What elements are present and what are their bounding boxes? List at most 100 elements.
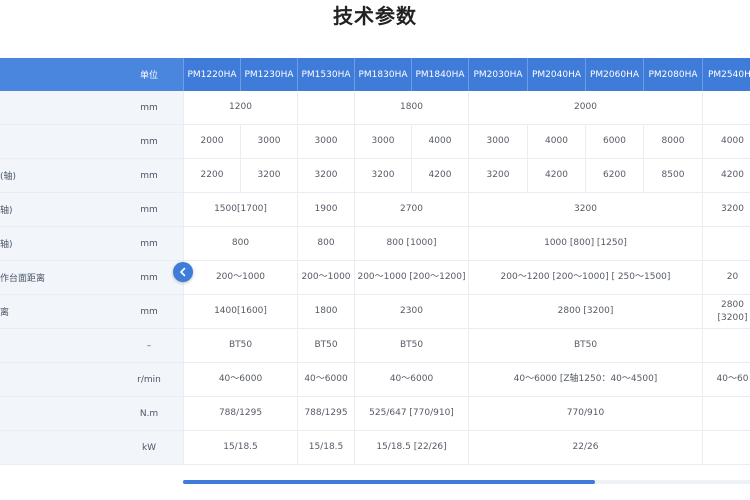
model-header-pm1530ha: PM1530HA: [297, 58, 354, 91]
value-cell: BT50: [183, 329, 297, 362]
value-cell: 200～1000: [297, 261, 354, 294]
value-cell: 20: [702, 261, 750, 294]
value-cell: 2000: [468, 91, 702, 124]
value-cell: 3000: [354, 125, 411, 158]
value-cell: 1800: [297, 295, 354, 328]
value-cell: 4000: [411, 125, 468, 158]
value-cell: 4200: [702, 159, 750, 192]
unit-cell: kW: [141, 442, 157, 453]
value-cell: 3200: [468, 159, 527, 192]
table-row: r/min 40～6000 40～6000 40～6000 40～6000 [Z轴125…: [0, 363, 750, 397]
value-cell: 22/26: [468, 431, 702, 464]
value-cell: BT50: [468, 329, 702, 362]
value-cell: BT50: [297, 329, 354, 362]
value-cell: 2700: [354, 193, 468, 226]
value-cell: 3000: [297, 125, 354, 158]
value-cell: [702, 91, 750, 124]
model-header-pm1830ha: PM1830HA: [354, 58, 411, 91]
table-header-row: 单位 PM1220HA PM1230HA PM1530HA PM1830HA PM184…: [0, 58, 750, 91]
value-cell: 1900: [297, 193, 354, 226]
value-cell: 1500[1700]: [183, 193, 297, 226]
value-cell: 40～60: [702, 363, 750, 396]
value-cell: 800 [1000]: [354, 227, 468, 260]
value-cell: 200～1200 [200～1000] [ 250～1500]: [468, 261, 702, 294]
value-cell: 2300: [354, 295, 468, 328]
collapse-button[interactable]: [173, 262, 193, 282]
value-cell: 788/1295: [183, 397, 297, 430]
unit-cell: mm: [140, 306, 158, 317]
model-header-pm2030ha: PM2030HA: [468, 58, 527, 91]
value-cell: 800: [297, 227, 354, 260]
value-cell: 2000: [183, 125, 240, 158]
unit-cell: mm: [140, 136, 158, 147]
table-row: 离 mm 1400[1600] 1800 2300 2800 [3200] 2800 [320…: [0, 295, 750, 329]
unit-cell: mm: [140, 170, 158, 181]
table-row: 轴) mm 1500[1700] 1900 2700 3200 3200: [0, 193, 750, 227]
table-row: N.m 788/1295 788/1295 525/647 [770/910] 770/…: [0, 397, 750, 431]
value-cell: 2800 [3200]: [702, 295, 750, 328]
param-name: 作台面距离: [0, 274, 46, 284]
value-cell: 800: [183, 227, 297, 260]
value-cell: 4200: [527, 159, 585, 192]
model-header-pm1840ha: PM1840HA: [411, 58, 468, 91]
value-cell: 788/1295: [297, 397, 354, 430]
value-cell: 770/910: [468, 397, 702, 430]
value-cell: 8000: [643, 125, 702, 158]
value-cell: [702, 329, 750, 362]
value-cell: 1200: [183, 91, 297, 124]
value-cell: 200～1000 [200～1200]: [354, 261, 468, 294]
value-cell: 15/18.5: [183, 431, 297, 464]
model-header-pm1220ha: PM1220HA: [183, 58, 240, 91]
spec-table: 单位 PM1220HA PM1230HA PM1530HA PM1830HA PM184…: [0, 58, 750, 466]
table-row: mm 2000 3000 3000 3000 4000 3000 4000 6000 8000 40…: [0, 125, 750, 159]
table-row: mm 1200 1800 2000: [0, 91, 750, 125]
unit-cell: mm: [140, 238, 158, 249]
table-row: 作台面距离 mm 200～1000 200～1000 200～1000 [200～120…: [0, 261, 750, 295]
value-cell: 2800 [3200]: [468, 295, 702, 328]
unit-cell: mm: [140, 272, 158, 283]
value-cell: 3200: [297, 159, 354, 192]
value-cell: 8500: [643, 159, 702, 192]
horizontal-scrollbar-thumb[interactable]: [183, 480, 595, 484]
value-cell: [702, 397, 750, 430]
value-cell: 40～6000 [Z轴1250：40～4500]: [468, 363, 702, 396]
value-cell: 6200: [585, 159, 643, 192]
model-header-pm2080ha: PM2080HA: [643, 58, 702, 91]
value-cell: 2200: [183, 159, 240, 192]
page-title: 技术参数: [333, 4, 417, 28]
value-cell: [702, 227, 750, 260]
value-cell: 4000: [527, 125, 585, 158]
model-header-pm2040ha: PM2040HA: [527, 58, 585, 91]
value-cell: 1000 [800] [1250]: [468, 227, 702, 260]
value-cell: 3000: [240, 125, 297, 158]
param-name: 轴): [0, 206, 13, 216]
chevron-left-icon: [180, 267, 186, 277]
value-cell: [297, 91, 354, 124]
value-cell: 15/18.5: [297, 431, 354, 464]
value-cell: 3200: [240, 159, 297, 192]
table-row: kW 15/18.5 15/18.5 15/18.5 [22/26] 22/26: [0, 431, 750, 465]
value-cell: 6000: [585, 125, 643, 158]
table-row: (轴) mm 2200 3200 3200 3200 4200 3200 4200 6200 850…: [0, 159, 750, 193]
value-cell: 525/647 [770/910]: [354, 397, 468, 430]
value-cell: 3200: [354, 159, 411, 192]
unit-cell: r/min: [137, 374, 161, 385]
param-name: 离: [0, 308, 10, 318]
value-cell: 3200: [702, 193, 750, 226]
value-cell: 200～1000: [183, 261, 297, 294]
value-cell: 40～6000: [183, 363, 297, 396]
value-cell: 1800: [354, 91, 468, 124]
param-name: (轴): [0, 172, 17, 182]
value-cell: BT50: [354, 329, 468, 362]
table-row: – BT50 BT50 BT50 BT50: [0, 329, 750, 363]
value-cell: 15/18.5 [22/26]: [354, 431, 468, 464]
value-cell: 3200: [468, 193, 702, 226]
unit-header: 单位: [139, 71, 158, 81]
unit-cell: mm: [140, 102, 158, 113]
value-cell: 40～6000: [354, 363, 468, 396]
model-header-pm2540ha: PM2540HA: [702, 58, 750, 91]
value-cell: 4000: [702, 125, 750, 158]
value-cell: 4200: [411, 159, 468, 192]
value-cell: 1400[1600]: [183, 295, 297, 328]
model-header-pm2060ha: PM2060HA: [585, 58, 643, 91]
